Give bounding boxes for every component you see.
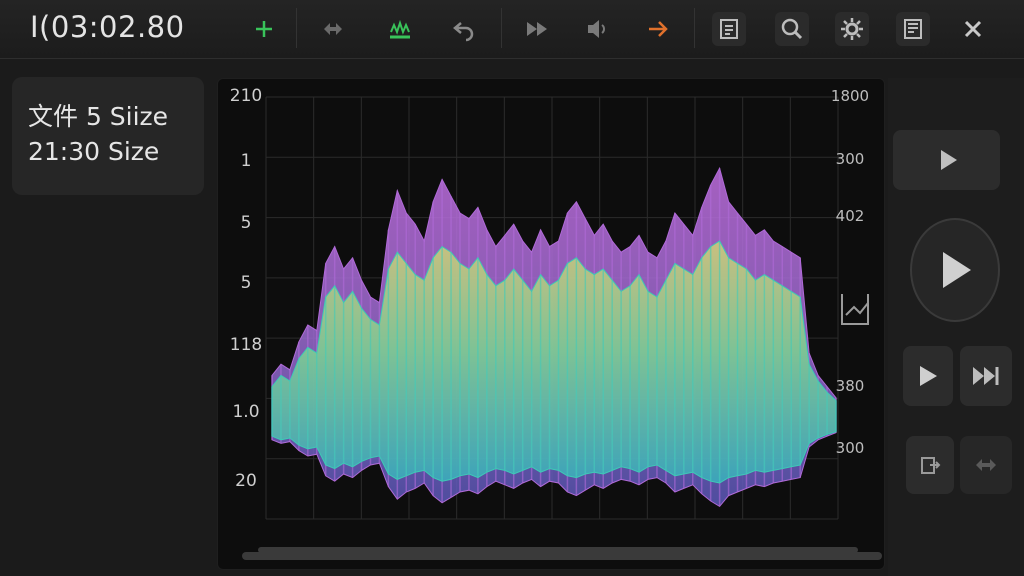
skip-end-button[interactable]	[960, 346, 1012, 406]
y-tick-label: 1	[241, 151, 252, 171]
file-icon[interactable]	[712, 12, 746, 46]
arrow-right-icon[interactable]	[641, 12, 675, 46]
y-tick-label: 210	[230, 86, 262, 106]
y-tick-label: 118	[230, 335, 262, 355]
zoom-icon[interactable]	[775, 12, 809, 46]
skip-end-icon	[973, 367, 999, 385]
right-tick-label: 402	[836, 207, 865, 225]
close-icon[interactable]	[956, 12, 990, 46]
toolbar-divider	[501, 8, 502, 48]
horizontal-scrollbar[interactable]	[242, 550, 882, 562]
volume-icon[interactable]	[581, 12, 615, 46]
time-size-label: 21:30 Size	[28, 137, 160, 166]
export-button[interactable]	[906, 436, 954, 494]
chart-trend-icon[interactable]	[841, 294, 869, 325]
move-icon[interactable]	[316, 12, 350, 46]
right-tick-label: 300	[836, 439, 865, 457]
y-tick-label: 5	[241, 273, 252, 293]
play-large-button[interactable]	[910, 218, 1000, 322]
settings-icon[interactable]	[835, 12, 869, 46]
export-icon	[921, 457, 941, 474]
toolbar: I(03:02.80	[0, 0, 1024, 59]
info-card: 文件 5 Siize 21:30 Size	[12, 77, 204, 195]
right-tick-label: 380	[836, 377, 865, 395]
play-small-button[interactable]	[903, 346, 953, 406]
toolbar-divider	[694, 8, 695, 48]
right-tick-label: 1800	[831, 87, 869, 105]
plus-icon[interactable]	[247, 12, 281, 46]
y-tick-label: 1.0	[232, 402, 259, 422]
file-size-label: 文件 5 Siize	[28, 102, 169, 131]
waveform-panel[interactable]: 210 1 5 5 118 1.0 20 1800 300 402 380 300	[217, 78, 885, 570]
toolbar-divider	[296, 8, 297, 48]
waveform-chart[interactable]: 210 1 5 5 118 1.0 20 1800 300 402 380 300	[218, 79, 884, 569]
fast-forward-icon[interactable]	[520, 12, 554, 46]
y-tick-label: 20	[235, 471, 257, 491]
y-tick-label: 5	[241, 213, 252, 233]
play-icon	[940, 150, 957, 170]
timecode-display: I(03:02.80	[30, 10, 185, 44]
waveform-add-icon[interactable]	[383, 12, 417, 46]
notes-icon[interactable]	[896, 12, 930, 46]
move-button[interactable]	[960, 436, 1012, 494]
right-tick-label: 300	[836, 150, 865, 168]
play-icon	[943, 252, 971, 288]
move-icon	[976, 459, 996, 471]
play-button[interactable]	[893, 130, 1000, 190]
play-icon	[920, 366, 937, 386]
undo-icon[interactable]	[447, 12, 481, 46]
